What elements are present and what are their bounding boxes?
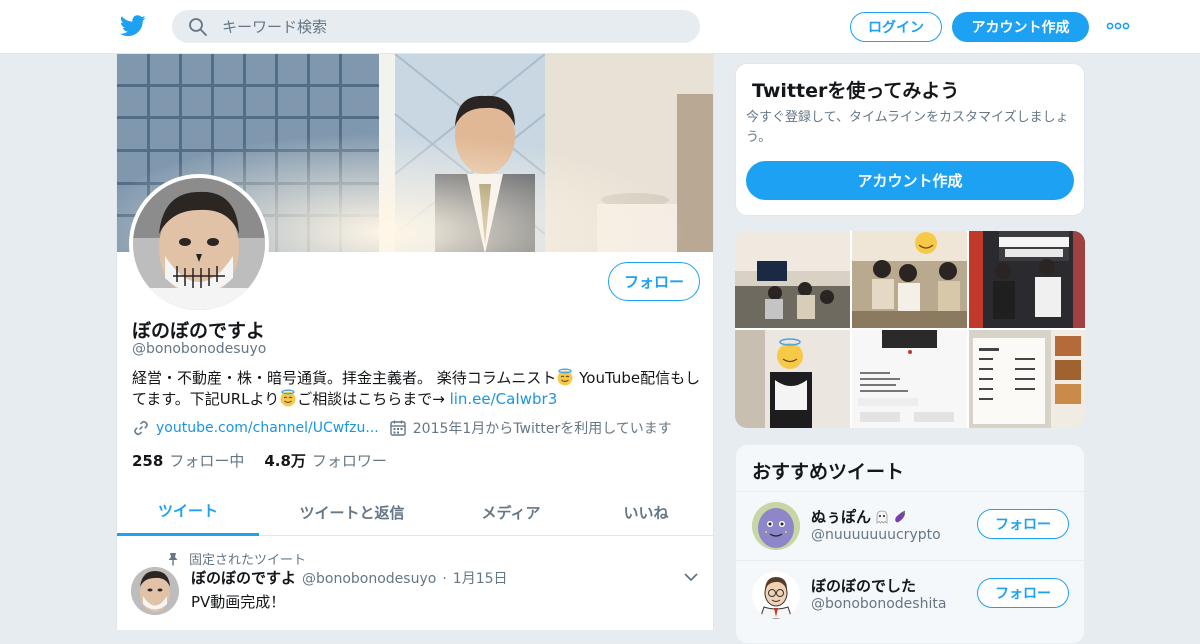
top-navigation-bar: ログイン アカウント作成 [0,0,1200,54]
following-count-link[interactable]: 258 フォロー中 [132,450,244,471]
profile-follow-counts: 258 フォロー中 4.8万 フォロワー [132,450,407,471]
media-thumbnail[interactable] [969,231,1085,328]
bio-link[interactable]: lin.ee/CaIwbr3 [450,390,558,408]
pinned-indicator: 固定されたツイート [167,549,306,568]
followers-count: 4.8万 [264,452,306,470]
media-thumbnail[interactable] [969,330,1085,428]
tab-tweets[interactable]: ツイート [117,488,259,536]
followers-count-link[interactable]: 4.8万 フォロワー [264,450,387,471]
tweet-header: ぼのぼのですよ @bonobonodesuyo · 1月15日 [191,567,508,588]
signup-button-top[interactable]: アカウント作成 [952,12,1089,42]
recommended-user-handle: @nuuuuuuucrypto [811,527,941,543]
tab-tweets-and-replies[interactable]: ツイートと返信 [259,488,445,536]
tweet-date[interactable]: 1月15日 [453,568,508,588]
tweet-avatar[interactable] [131,567,179,615]
pinned-label: 固定されたツイート [189,553,307,568]
more-dots-icon[interactable] [1106,18,1130,34]
search-icon [189,18,207,36]
following-count: 258 [132,452,164,470]
twitter-bird-icon[interactable] [120,14,146,38]
signup-card: Twitterを使ってみよう 今すぐ登録して、タイムラインをカスタマイズしましょ… [735,63,1085,216]
recommended-users-card: おすすめツイート ぬぅぽん @nuuuuuuucrypto フォロー ぼのぼので… [735,444,1085,644]
recommended-user-name[interactable]: ぬぅぽん [811,506,908,527]
recommended-user-item[interactable]: ぬぅぽん @nuuuuuuucrypto フォロー [736,491,1084,559]
follow-button[interactable]: フォロー [608,262,700,301]
profile-tabs: ツイート ツイートと返信 メディア いいね [117,488,713,536]
profile-display-name: ぼのぼのですよ [132,320,266,342]
pinned-tweet[interactable]: 固定されたツイート ぼのぼのですよ @bonobonodesuyo · 1月15… [117,537,713,630]
media-thumbnail[interactable] [852,231,967,328]
search-input[interactable] [222,10,682,43]
profile-joined-date: 2015年1月からTwitterを利用しています [412,421,672,437]
signup-card-title: Twitterを使ってみよう [752,80,960,102]
tweet-author-handle[interactable]: @bonobonodesuyo [302,571,436,587]
smiling-halo-emoji-icon [280,389,296,407]
search-box[interactable] [172,10,700,43]
chevron-down-icon[interactable] [683,571,699,583]
follow-button[interactable]: フォロー [977,578,1069,608]
calendar-icon [390,420,406,436]
profile-avatar[interactable] [129,174,269,314]
signup-card-description: 今すぐ登録して、タイムラインをカスタマイズしましょう。 [746,110,1069,145]
profile-meta: youtube.com/channel/UCwfzu... 2015年1月からT… [132,418,672,438]
profile-bio: 経営・不動産・株・暗号通貨。拝金主義者。 楽待コラムニスト YouTube配信も… [132,368,707,410]
recommended-user-item[interactable]: ぼのぼのでした @bonobonodeshita フォロー [736,560,1084,628]
media-thumbnail[interactable] [735,330,850,428]
tweet-author-name[interactable]: ぼのぼのですよ [191,567,296,588]
bio-text-1: 経営・不動産・株・暗号通貨。拝金主義者。 楽待コラムニスト [132,369,557,387]
ghost-emoji-icon [876,510,888,524]
media-thumbnail[interactable] [735,231,850,328]
following-label: フォロー中 [169,452,245,470]
profile-handle: @bonobonodesuyo [132,341,267,357]
link-icon [134,420,148,436]
recommended-user-avatar[interactable] [752,571,800,619]
pin-icon [168,552,178,565]
recommended-title: おすすめツイート [752,461,905,483]
login-button[interactable]: ログイン [850,12,942,42]
bio-text-3: ご相談はこちらまで→ [297,390,450,408]
profile-website-link[interactable]: youtube.com/channel/UCwfzu... [156,420,379,436]
tab-media[interactable]: メディア [445,488,577,536]
follow-button[interactable]: フォロー [977,509,1069,539]
recommended-user-name[interactable]: ぼのぼのでした [811,575,916,596]
eggplant-emoji-icon [895,510,906,522]
profile-column: フォロー ぼのぼのですよ @bonobonodesuyo 経営・不動産・株・暗号… [116,54,714,630]
recommended-user-name-text: ぼのぼのでした [811,577,917,595]
media-thumbnail[interactable] [852,330,967,428]
recommended-user-name-text: ぬぅぽん [811,508,872,526]
tab-likes[interactable]: いいね [577,488,713,536]
tweet-text: PV動画完成！ [191,593,286,611]
media-thumbnail-grid [735,231,1085,428]
followers-label: フォロワー [311,452,387,470]
tweet-separator: · [442,571,447,587]
smiling-halo-emoji-icon [557,368,573,386]
signup-button[interactable]: アカウント作成 [746,161,1074,200]
recommended-user-handle: @bonobonodeshita [811,596,947,612]
recommended-user-avatar[interactable] [752,502,800,550]
